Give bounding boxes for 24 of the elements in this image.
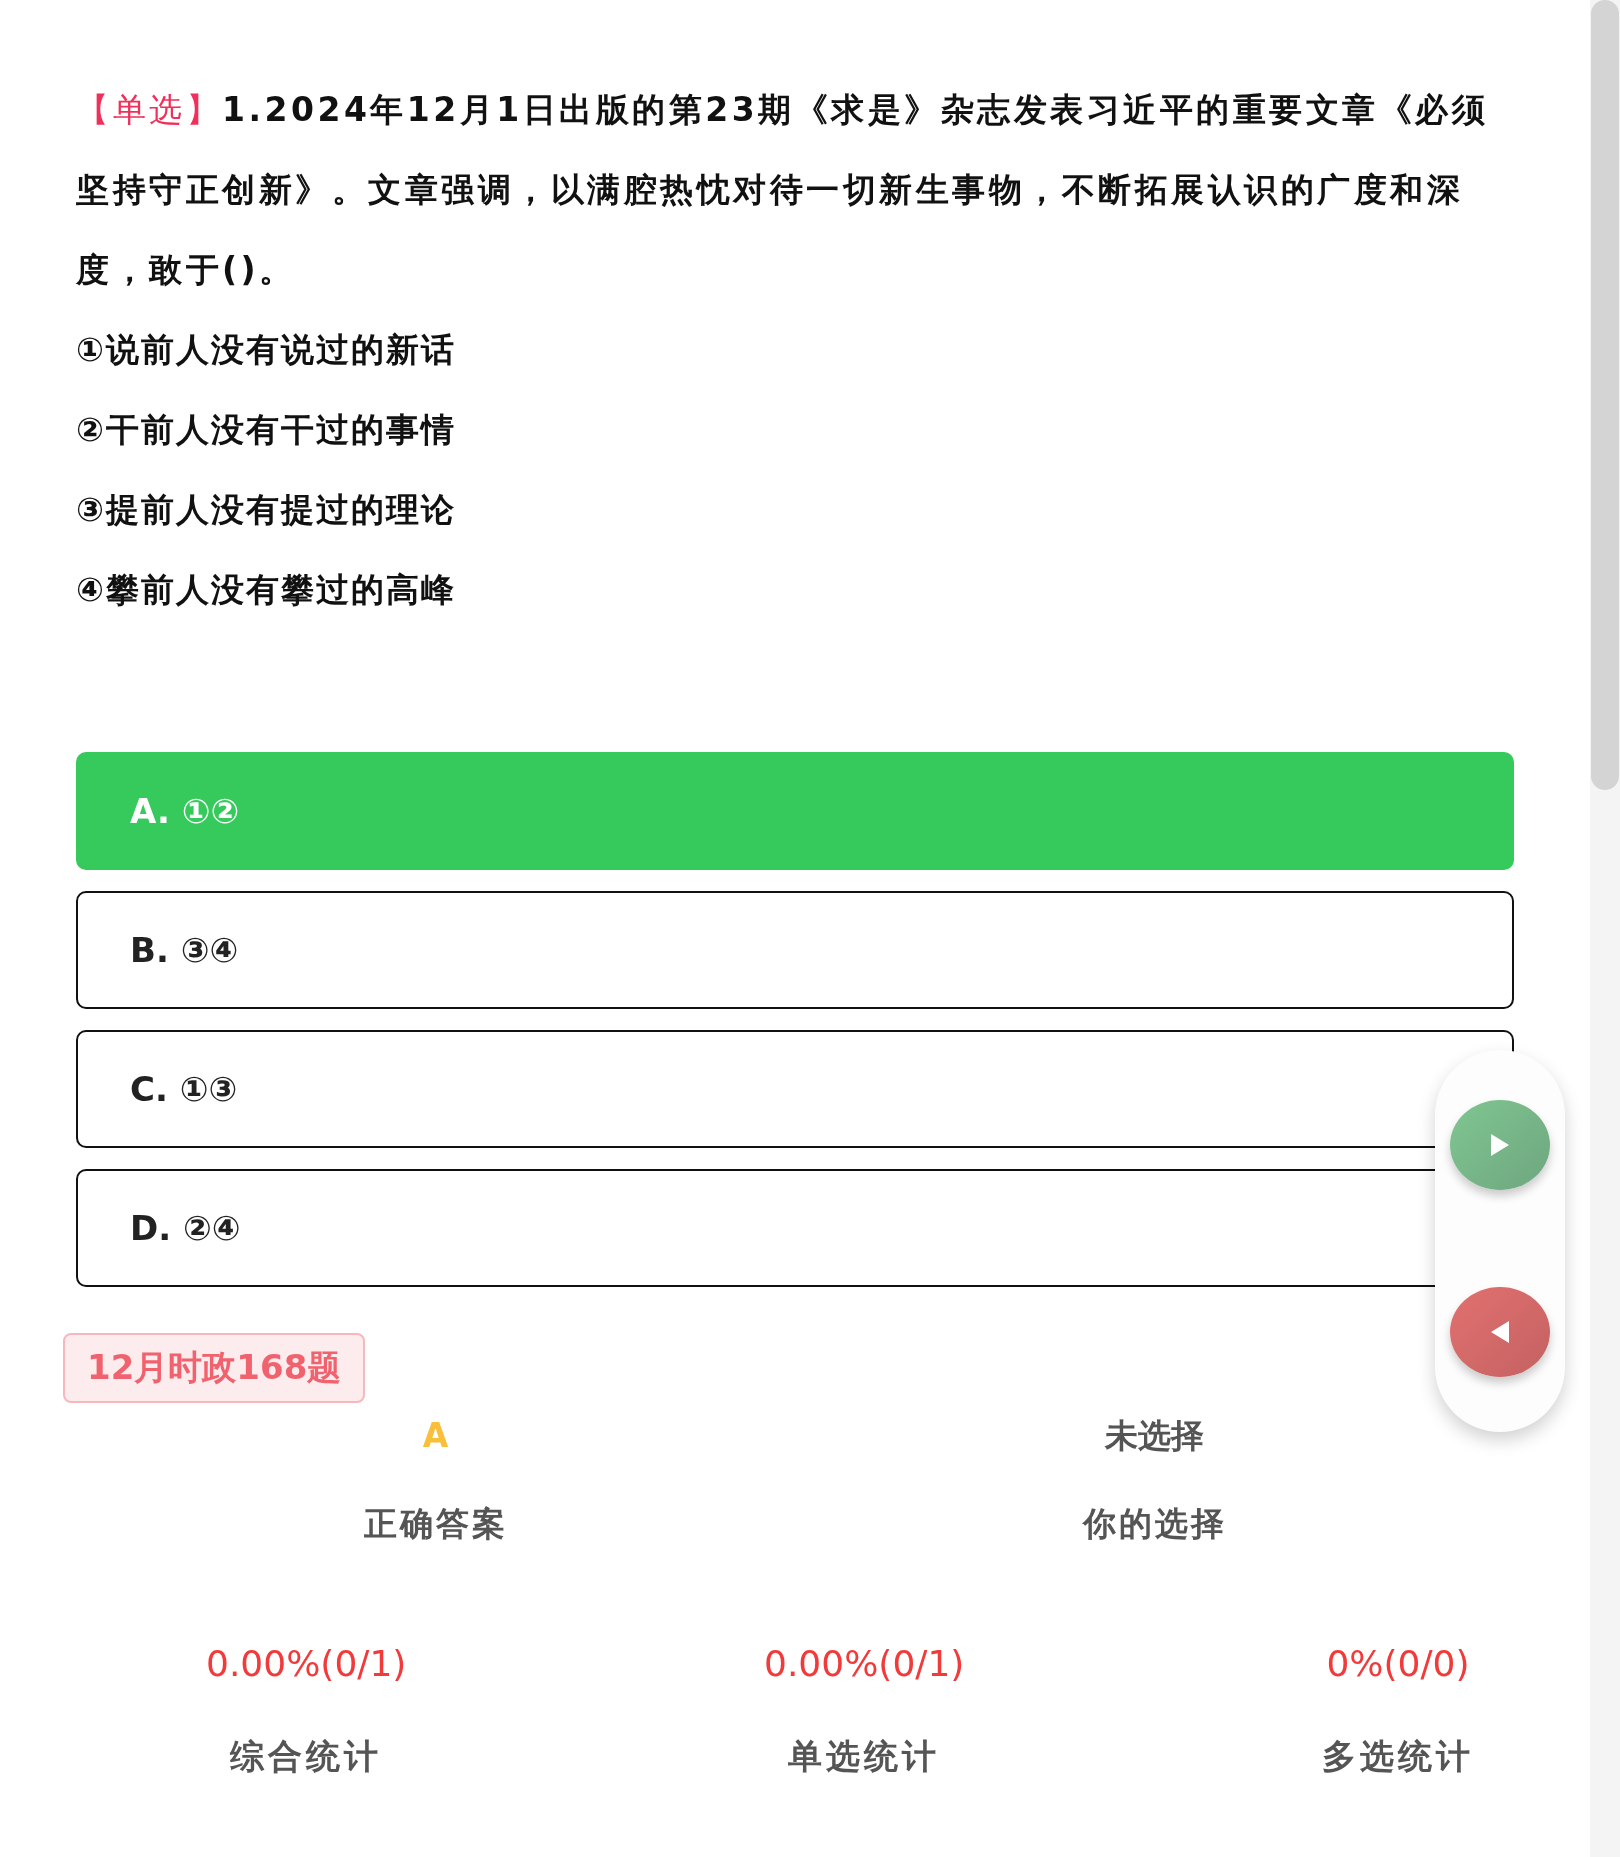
answer-option[interactable]: C. ①③ bbox=[76, 1030, 1514, 1148]
stat-label: 多选统计 bbox=[1322, 1735, 1474, 1778]
scrollbar[interactable] bbox=[1590, 0, 1620, 1857]
stat-value: 0.00%(0/1) bbox=[764, 1642, 965, 1686]
stat-label: 综合统计 bbox=[230, 1735, 383, 1778]
play-icon bbox=[1491, 1134, 1509, 1156]
next-button[interactable] bbox=[1450, 1100, 1550, 1190]
stat-label: 单选统计 bbox=[788, 1735, 941, 1778]
stat-value: 0.00%(0/1) bbox=[206, 1642, 407, 1686]
question-set-tag: 12月时政168题 bbox=[63, 1333, 366, 1403]
back-icon bbox=[1491, 1321, 1509, 1343]
answer-value: A bbox=[422, 1415, 449, 1457]
previous-button[interactable] bbox=[1450, 1287, 1550, 1377]
statement-text: ②干前人没有干过的事情 bbox=[76, 409, 457, 451]
answer-label: 正确答案 bbox=[363, 1503, 508, 1545]
statement-text: ①说前人没有说过的新话 bbox=[76, 329, 457, 371]
statement-text: ③提前人没有提过的理论 bbox=[76, 489, 457, 531]
answer-value: 未选择 bbox=[1105, 1415, 1204, 1457]
question-text: 【单选】1.2024年12月1日出版的第23期《求是》杂志发表习近平的重要文章《必须坚持守正创新》。文章强调，以满腔热忱对待一切新生事物，不断拓展认识的广度和深度，敢于()。 bbox=[76, 89, 1490, 291]
answer-label: 你的选择 bbox=[1082, 1503, 1227, 1545]
answer-option[interactable]: B. ③④ bbox=[76, 891, 1514, 1009]
statement-text: ④攀前人没有攀过的高峰 bbox=[76, 569, 457, 611]
scrollbar-thumb[interactable] bbox=[1591, 0, 1619, 790]
stat-value: 0%(0/0) bbox=[1326, 1642, 1470, 1686]
